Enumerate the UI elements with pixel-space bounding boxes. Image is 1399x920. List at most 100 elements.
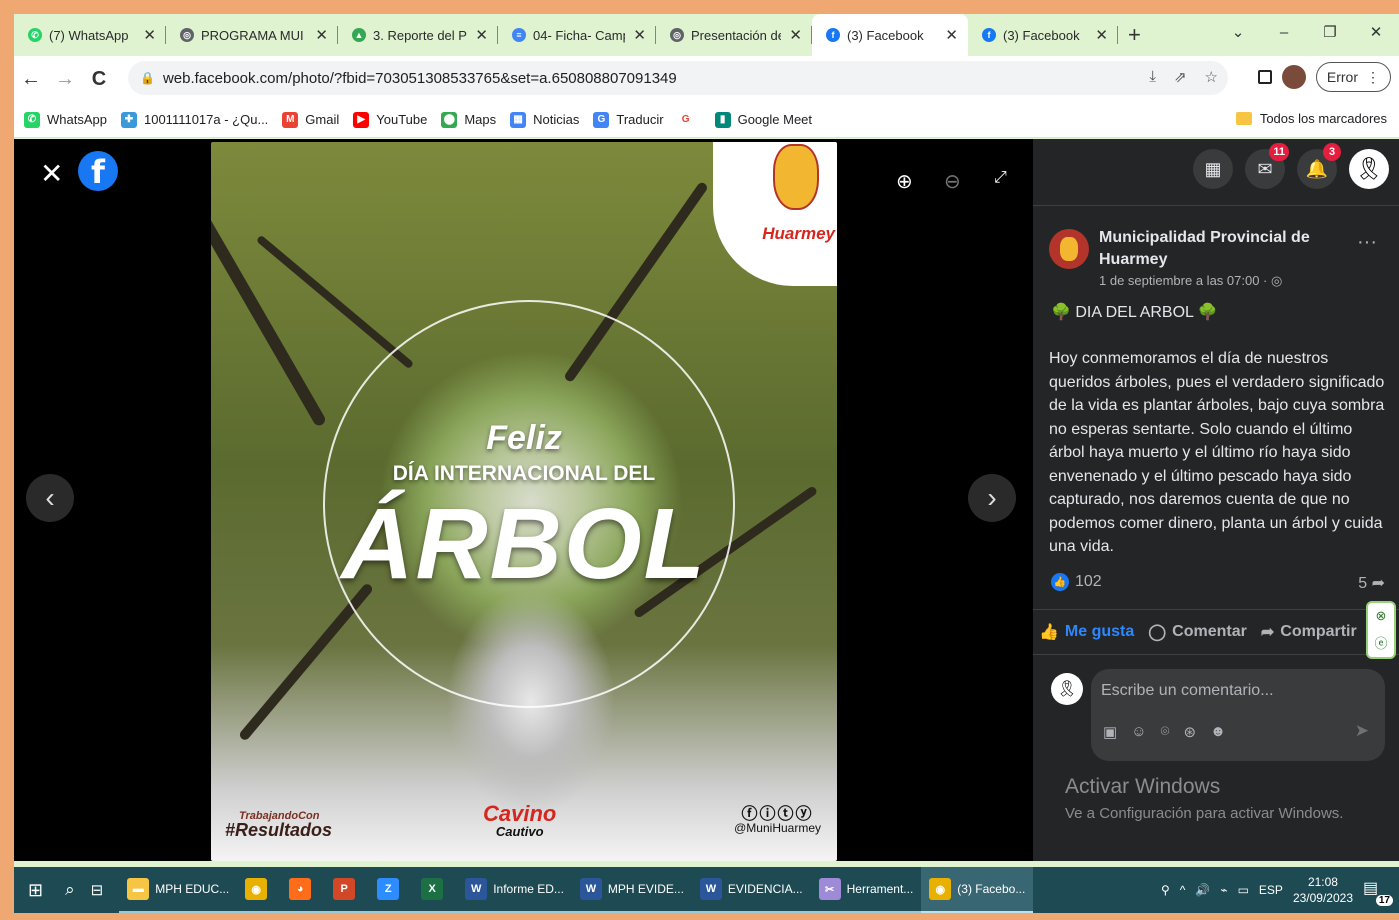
network-icon[interactable]: ⌁ bbox=[1220, 883, 1227, 897]
new-tab-button[interactable]: + bbox=[1128, 22, 1152, 48]
comment-box: ▣ ☺ ⌾ ⊛ ☻ ➤ bbox=[1091, 669, 1385, 761]
previous-photo-button[interactable]: ‹ bbox=[26, 474, 74, 522]
error-button[interactable]: Error ⋮ bbox=[1315, 62, 1391, 92]
shares-count[interactable]: 5 ➦ bbox=[1358, 573, 1385, 593]
all-bookmarks[interactable]: Todos los marcadores bbox=[1235, 111, 1387, 126]
volume-icon[interactable]: 🔊 bbox=[1195, 883, 1210, 897]
more-options-icon[interactable]: ··· bbox=[1357, 231, 1377, 254]
profile-avatar[interactable] bbox=[1281, 65, 1306, 89]
browser-tab[interactable]: ≡ 04- Ficha- Camp ✕ bbox=[498, 14, 656, 56]
share-button[interactable]: ➦ Compartir bbox=[1261, 622, 1357, 642]
bookmark-item[interactable]: ⬤ Maps bbox=[441, 111, 496, 128]
send-icon[interactable]: ➤ bbox=[1355, 721, 1369, 741]
minimize-button[interactable]: – bbox=[1261, 24, 1307, 41]
tray-chevron-icon[interactable]: ^ bbox=[1180, 883, 1186, 897]
share-icon[interactable]: ⇗ bbox=[1174, 68, 1187, 86]
bookmark-item[interactable]: ✚ 1001111017a - ¿Qu... bbox=[120, 111, 268, 128]
taskbar-app[interactable]: ✂ Herrament... bbox=[810, 867, 922, 913]
address-bar[interactable]: 🔒 web.facebook.com/photo/?fbid=703051308… bbox=[128, 61, 1228, 95]
comment-button[interactable]: ◯ Comentar bbox=[1148, 622, 1247, 642]
bookmark-item[interactable]: ▮ Google Meet bbox=[714, 111, 812, 128]
menu-grid-icon[interactable]: ▦ bbox=[1193, 149, 1233, 189]
notification-center-icon[interactable]: ▤ 17 bbox=[1363, 878, 1393, 906]
taskbar-app[interactable]: ◉ (3) Facebo... bbox=[921, 867, 1034, 913]
bookmark-item[interactable]: ✆ WhatsApp bbox=[24, 111, 107, 128]
extension-close-icon[interactable]: ⊗ bbox=[1376, 608, 1387, 624]
install-icon[interactable]: ⤓ bbox=[1149, 68, 1156, 86]
post-title: 🌳 DIA DEL ARBOL 🌳 bbox=[1051, 304, 1218, 321]
reactions-count[interactable]: 👍 102 bbox=[1051, 573, 1102, 591]
zoom-in-icon[interactable]: ⊕ bbox=[896, 169, 913, 194]
gif-icon[interactable]: ⊛ bbox=[1184, 723, 1197, 741]
tab-close-icon[interactable]: ✕ bbox=[1095, 26, 1108, 44]
browser-tab[interactable]: f (3) Facebook ✕ bbox=[968, 14, 1118, 56]
taskbar-app-icon: ✂ bbox=[818, 878, 841, 900]
account-avatar[interactable]: 🎗 bbox=[1349, 149, 1389, 189]
reload-button[interactable]: C bbox=[82, 68, 116, 91]
browser-tab[interactable]: ▲ 3. Reporte del Pla ✕ bbox=[338, 14, 498, 56]
notifications-bell-icon[interactable]: 🔔 3 bbox=[1297, 143, 1341, 189]
task-view-icon[interactable]: ⊟ bbox=[83, 867, 120, 913]
taskbar-app[interactable]: W MPH EVIDE... bbox=[571, 867, 692, 913]
taskbar-app[interactable]: Z bbox=[369, 867, 414, 913]
emoji-icon[interactable]: ☺ bbox=[1131, 723, 1146, 741]
taskbar-app[interactable]: X bbox=[413, 867, 458, 913]
keyboard-icon[interactable]: ▭ bbox=[1238, 883, 1249, 897]
tab-search-icon[interactable]: ⌄ bbox=[1215, 23, 1261, 41]
close-viewer-icon[interactable]: ✕ bbox=[40, 157, 63, 190]
browser-tab[interactable]: ◎ Presentación de I ✕ bbox=[656, 14, 812, 56]
facebook-logo-icon[interactable]: f bbox=[78, 151, 118, 191]
tab-close-icon[interactable]: ✕ bbox=[143, 26, 156, 44]
page-avatar[interactable] bbox=[1049, 229, 1089, 269]
people-icon[interactable]: ⚲ bbox=[1161, 883, 1170, 897]
taskbar-app[interactable]: ▬ MPH EDUC... bbox=[119, 867, 238, 913]
start-button[interactable]: ⊞ bbox=[14, 867, 57, 913]
tab-title: 3. Reporte del Pla bbox=[373, 27, 468, 43]
sticker-icon[interactable]: ▣ bbox=[1103, 723, 1117, 741]
zoom-out-icon[interactable]: ⊖ bbox=[944, 169, 961, 194]
messenger-icon[interactable]: ✉ 11 bbox=[1245, 143, 1289, 189]
browser-tab[interactable]: ◎ PROGRAMA MUI ✕ bbox=[166, 14, 338, 56]
like-button[interactable]: 👍 Me gusta bbox=[1039, 622, 1134, 642]
comment-input[interactable] bbox=[1101, 679, 1371, 703]
restore-button[interactable]: ❐ bbox=[1307, 23, 1353, 41]
thumbs-up-icon: 👍 bbox=[1039, 624, 1059, 641]
side-panel-icon[interactable] bbox=[1257, 70, 1272, 84]
tab-close-icon[interactable]: ✕ bbox=[945, 26, 958, 44]
clock[interactable]: 21:08 23/09/2023 bbox=[1293, 874, 1353, 906]
search-icon[interactable]: ⌕ bbox=[57, 867, 83, 913]
avatar-sticker-icon[interactable]: ☻ bbox=[1210, 723, 1226, 741]
bookmark-item[interactable]: G Traducir bbox=[593, 111, 664, 128]
taskbar-app[interactable]: W Informe ED... bbox=[457, 867, 572, 913]
tab-close-icon[interactable]: ✕ bbox=[475, 26, 488, 44]
browser-tab[interactable]: ✆ (7) WhatsApp ✕ bbox=[14, 14, 166, 56]
next-photo-button[interactable]: › bbox=[968, 474, 1016, 522]
bookmark-star-icon[interactable]: ☆ bbox=[1205, 68, 1218, 86]
bookmark-item[interactable]: ▶ YouTube bbox=[353, 111, 427, 128]
language-indicator[interactable]: ESP bbox=[1259, 883, 1283, 897]
bookmark-item[interactable]: ▦ Noticias bbox=[510, 111, 579, 128]
tab-close-icon[interactable]: ✕ bbox=[789, 26, 802, 44]
tab-strip: ✆ (7) WhatsApp ✕ ◎ PROGRAMA MUI ✕ ▲ 3. Reporte … bbox=[14, 14, 1399, 56]
tab-favicon-icon: ▲ bbox=[352, 28, 366, 42]
browser-window: ✆ (7) WhatsApp ✕ ◎ PROGRAMA MUI ✕ ▲ 3. Reporte … bbox=[14, 14, 1399, 913]
bookmark-item[interactable]: M Gmail bbox=[282, 111, 339, 128]
taskbar-app[interactable]: ◉ bbox=[237, 867, 282, 913]
back-button[interactable]: ← bbox=[14, 68, 48, 91]
camera-icon[interactable]: ⌾ bbox=[1161, 723, 1170, 741]
taskbar-app[interactable]: ◕ bbox=[281, 867, 326, 913]
lock-icon[interactable]: 🔒 bbox=[140, 71, 155, 85]
taskbar-app[interactable]: P bbox=[325, 867, 370, 913]
bookmark-item[interactable]: G bbox=[677, 111, 701, 128]
extension-icon[interactable]: ⓔ bbox=[1374, 633, 1387, 652]
fullscreen-icon[interactable]: ⤢ bbox=[994, 169, 1007, 187]
forward-button[interactable]: → bbox=[48, 68, 82, 91]
tab-close-icon[interactable]: ✕ bbox=[633, 26, 646, 44]
browser-tab[interactable]: f (3) Facebook ✕ bbox=[812, 14, 968, 56]
post-author[interactable]: Municipalidad Provincial de Huarmey bbox=[1099, 227, 1329, 271]
post-date[interactable]: 1 de septiembre a las 07:00 · ◎ bbox=[1099, 273, 1282, 289]
extension-widget[interactable]: ⊗ ⓔ bbox=[1366, 601, 1396, 659]
close-window-button[interactable]: ✕ bbox=[1353, 23, 1399, 41]
tab-close-icon[interactable]: ✕ bbox=[315, 26, 328, 44]
taskbar-app[interactable]: W EVIDENCIA... bbox=[691, 867, 811, 913]
